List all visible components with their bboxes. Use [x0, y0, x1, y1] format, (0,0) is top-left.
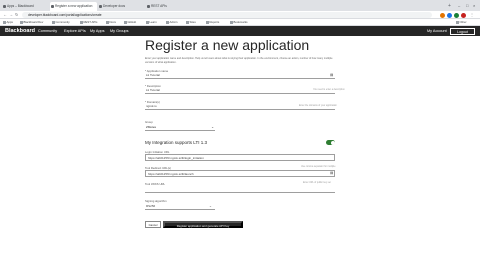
- bookmark-item[interactable]: Other: [456, 19, 467, 26]
- bookmark-item[interactable]: Sites: [186, 19, 196, 26]
- bookmark-item[interactable]: GitHub: [124, 19, 137, 26]
- extension-icon[interactable]: [454, 12, 459, 18]
- bookmark-item[interactable]: REST APIs: [80, 19, 98, 26]
- url-input[interactable]: developer.blackboard.com/portal/applicat…: [22, 12, 432, 18]
- extension-icon[interactable]: [447, 12, 452, 18]
- blackboard-logo[interactable]: Blackboard: [5, 26, 35, 36]
- browser-tab[interactable]: Developer docs: [98, 2, 145, 11]
- forward-icon[interactable]: →: [9, 12, 13, 18]
- favicon-icon: [147, 5, 150, 8]
- extension-icon[interactable]: [440, 12, 445, 18]
- bookmark-item[interactable]: Learn: [146, 19, 157, 26]
- description-input[interactable]: Lti Tutorial: [145, 87, 335, 94]
- address-bar: ← → ↻ developer.blackboard.com/portal/ap…: [0, 11, 480, 19]
- chevron-down-icon: ⌄: [209, 204, 212, 208]
- clipboard-icon[interactable]: ▤: [330, 171, 333, 175]
- profile-avatar[interactable]: [461, 12, 466, 18]
- bookmark-item[interactable]: Admin: [166, 19, 178, 26]
- my-account-link[interactable]: My Account: [427, 26, 447, 36]
- bookmarks-bar: Apps Blackboard Dev Community REST APIs …: [0, 19, 480, 26]
- nav-explore-apis[interactable]: Explore APIs: [64, 26, 86, 36]
- chevron-down-icon: ⌄: [211, 125, 214, 129]
- nav-my-groups[interactable]: My Groups: [110, 26, 129, 36]
- login-url-input[interactable]: https://ab0125f3.ngrok.io/lti/login_init…: [145, 154, 335, 161]
- logout-button[interactable]: Logout: [450, 27, 475, 35]
- maximize-icon[interactable]: □: [466, 1, 468, 10]
- bookmark-item[interactable]: Bookmarks: [230, 19, 248, 26]
- favicon-icon: [99, 5, 102, 8]
- lti-section-title: My Integration supports LTI 1.3: [145, 140, 207, 145]
- browser-tab[interactable]: Apps – Blackboard: [2, 2, 49, 11]
- bookmark-item[interactable]: Apps: [3, 19, 13, 26]
- redirect-url-input[interactable]: https://ab0125f3.ngrok.io/lti/launch: [145, 170, 335, 177]
- description-hint: You need to enter a description: [313, 89, 345, 91]
- register-button[interactable]: Register application and generate API Ke…: [163, 221, 243, 228]
- browser-tab[interactable]: REST APIs: [146, 2, 193, 11]
- browser-tabbar: Apps – Blackboard Register a new applica…: [0, 0, 480, 11]
- new-tab-icon[interactable]: +: [448, 2, 451, 11]
- app-name-input[interactable]: Lti Tutorial: [145, 72, 335, 79]
- cancel-button[interactable]: Cancel: [145, 221, 161, 228]
- bookmark-item[interactable]: Docs: [106, 19, 116, 26]
- jwks-url-input[interactable]: [145, 186, 335, 193]
- reload-icon[interactable]: ↻: [15, 12, 18, 18]
- lti-toggle[interactable]: [326, 140, 335, 145]
- signing-alg-select[interactable]: RS256: [145, 203, 215, 210]
- bookmark-item[interactable]: Reports: [206, 19, 220, 26]
- group-select[interactable]: ZMotes ⌄: [145, 124, 215, 131]
- favicon-icon: [3, 5, 6, 8]
- nav-my-apps[interactable]: My Apps: [90, 26, 105, 36]
- domains-hint: Enter the domains of your application: [299, 105, 337, 107]
- menu-icon[interactable]: ⋮: [470, 12, 474, 18]
- minimize-icon[interactable]: –: [458, 1, 460, 10]
- nav-community[interactable]: Community: [38, 26, 57, 36]
- back-icon[interactable]: ←: [3, 12, 7, 18]
- browser-tab-active[interactable]: Register a new application: [50, 2, 97, 11]
- redirect-url-hint: Use comma separator for multiple: [301, 166, 336, 168]
- favicon-icon: [51, 5, 54, 8]
- bookmark-item[interactable]: Community: [52, 19, 70, 26]
- close-icon[interactable]: ×: [473, 1, 475, 10]
- jwks-url-hint: Enter URL of public key set: [303, 182, 331, 184]
- intro-text: Enter your application name and descript…: [145, 57, 333, 64]
- bookmark-item[interactable]: Blackboard Dev: [20, 19, 44, 26]
- site-header: Blackboard Community Explore APIs My App…: [0, 26, 480, 36]
- page-title: Register a new application: [145, 37, 310, 53]
- clipboard-icon[interactable]: ▤: [330, 73, 333, 77]
